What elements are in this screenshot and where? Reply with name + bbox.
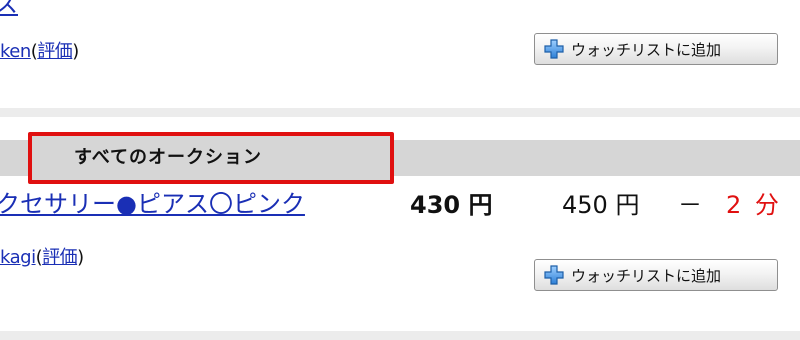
listing-separator (0, 331, 800, 340)
plus-icon (544, 265, 564, 285)
time-remaining: 2 分 (726, 191, 782, 219)
watch-button-label: ウォッチリストに追加 (571, 266, 722, 285)
seller-info: kagi(評価) (0, 246, 84, 270)
watch-button-label: ウォッチリストに追加 (571, 40, 722, 59)
plus-icon (544, 39, 564, 59)
add-to-watchlist-button[interactable]: ウォッチリストに追加 (534, 259, 778, 291)
seller-info: ken(評価) (0, 40, 79, 64)
seller-name-link[interactable]: ken (0, 41, 31, 62)
add-to-watchlist-button[interactable]: ウォッチリストに追加 (534, 33, 778, 65)
paren-close: ) (77, 247, 84, 268)
seller-name-link[interactable]: kagi (0, 247, 36, 268)
bid-count: － (678, 191, 702, 219)
item-title-link-partial[interactable]: ス (0, 0, 18, 16)
seller-rating-link[interactable]: 評価 (37, 41, 73, 62)
listing-separator (0, 108, 800, 117)
buyout-price: 450 円 (562, 191, 640, 219)
current-price: 430 円 (410, 191, 493, 219)
paren-close: ) (72, 41, 79, 62)
item-title-link[interactable]: クセサリー●ピアス〇ピンク (0, 188, 305, 220)
section-title: すべてのオークション (74, 147, 263, 168)
seller-rating-link[interactable]: 評価 (42, 247, 78, 268)
